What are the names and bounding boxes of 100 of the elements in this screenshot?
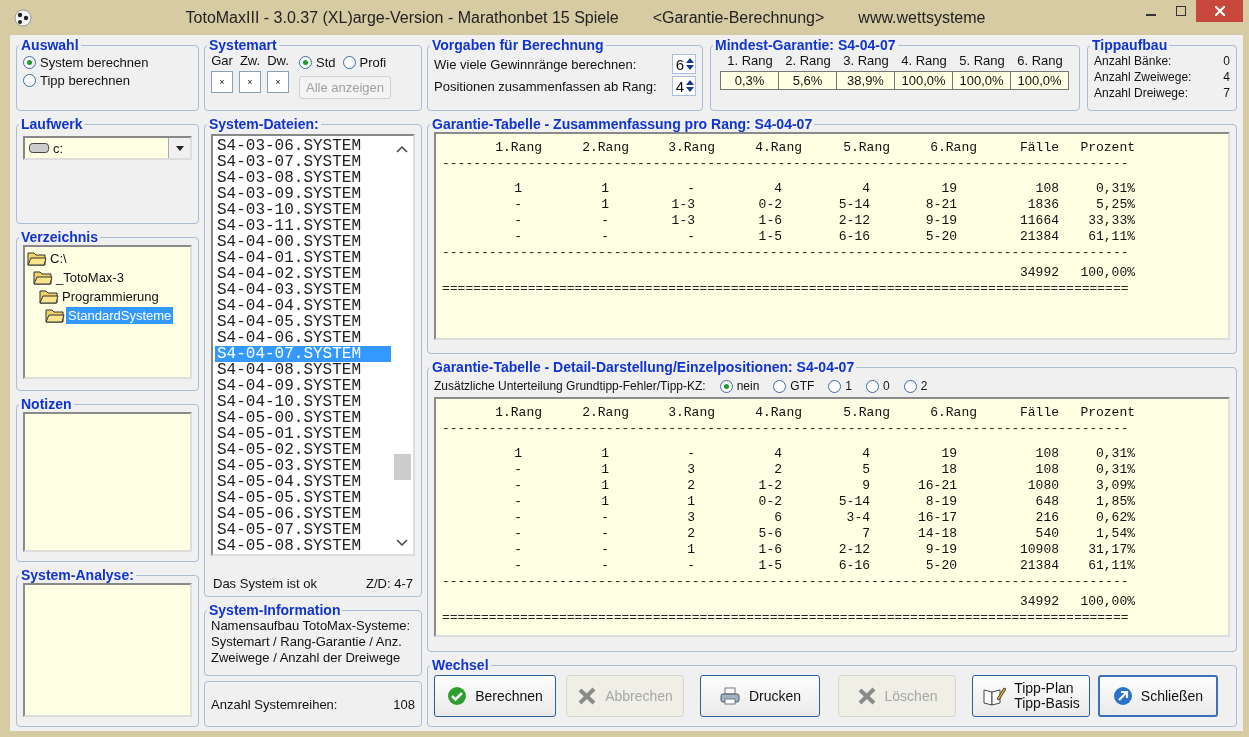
file-item[interactable]: S4-05-01.SYSTEM xyxy=(215,426,391,442)
file-item[interactable]: S4-03-06.SYSTEM xyxy=(215,138,391,154)
radio-button[interactable]: Std xyxy=(299,53,336,71)
table-cell-text: 21384 xyxy=(1019,558,1059,574)
file-item[interactable]: S4-04-00.SYSTEM xyxy=(215,234,391,250)
group-title: Tippaufbau xyxy=(1091,37,1169,53)
file-item[interactable]: S4-05-05.SYSTEM xyxy=(215,490,391,506)
table-cell-text: 4 xyxy=(773,446,783,462)
file-item[interactable]: S4-03-08.SYSTEM xyxy=(215,170,391,186)
filter-label: Zusätzliche Unterteilung Grundtipp-Fehler/Tipp-KZ: xyxy=(434,379,706,393)
radio-button[interactable]: System berechnen xyxy=(23,53,192,71)
number-spinner[interactable]: 4 xyxy=(671,76,696,96)
table-cell-text: - xyxy=(686,558,696,574)
total-cell-text: 100,00% xyxy=(1079,594,1135,610)
file-item[interactable]: S4-04-02.SYSTEM xyxy=(215,266,391,282)
table-cell-text: 14-18 xyxy=(917,526,958,542)
file-item[interactable]: S4-03-09.SYSTEM xyxy=(215,186,391,202)
file-item[interactable]: S4-04-08.SYSTEM xyxy=(215,362,391,378)
field-label: Gar xyxy=(211,53,233,68)
column-header: Prozent xyxy=(1079,140,1135,156)
group-title: Garantie-Tabelle - Detail-Darstellung/Einzelpositionen: S4-04-07 xyxy=(431,359,856,375)
column-header: 3.Rang xyxy=(667,405,715,421)
radio-button[interactable]: 1 xyxy=(828,377,853,395)
file-item[interactable]: S4-04-10.SYSTEM xyxy=(215,394,391,410)
table-cell-text: 1 xyxy=(600,446,610,462)
table-cell-text: 1 xyxy=(600,181,610,197)
table-cell-text: 61,11% xyxy=(1087,229,1135,245)
radio-button[interactable]: 2 xyxy=(903,377,928,395)
radio-button[interactable]: Profi xyxy=(342,53,387,71)
count-field[interactable]: × xyxy=(211,71,233,93)
table-cell-text: 19 xyxy=(940,446,958,462)
table-cell-text: 1 xyxy=(600,462,610,478)
table-cell-text: 1-3 xyxy=(670,213,696,229)
radio-button[interactable]: Tipp berechnen xyxy=(23,71,192,89)
count-value: 108 xyxy=(393,696,415,712)
table-cell-text: 2 xyxy=(773,462,783,478)
table-cell-text: 1,54% xyxy=(1095,526,1135,542)
file-item[interactable]: S4-04-04.SYSTEM xyxy=(215,298,391,314)
action-button[interactable]: Schließen xyxy=(1098,675,1218,717)
zd-text: Z/D: 4-7 xyxy=(366,576,413,591)
file-item[interactable]: S4-04-09.SYSTEM xyxy=(215,378,391,394)
table-cell-text: 7 xyxy=(861,526,871,542)
table-cell-text: 16-21 xyxy=(917,478,958,494)
table-cell-text: 1-3 xyxy=(670,197,696,213)
table-cell-text: - xyxy=(686,446,696,462)
table-cell-text: - xyxy=(600,229,610,245)
file-item[interactable]: S4-04-06.SYSTEM xyxy=(215,330,391,346)
file-item[interactable]: S4-03-11.SYSTEM xyxy=(215,218,391,234)
column-header: 5.Rang xyxy=(842,405,890,421)
table-cell-text: 31,17% xyxy=(1087,542,1135,558)
table-cell-text: 4 xyxy=(861,446,871,462)
action-button[interactable]: Tipp-Plan Tipp-Basis xyxy=(972,675,1090,717)
file-item[interactable]: S4-05-03.SYSTEM xyxy=(215,458,391,474)
rank-header: 6. Rang xyxy=(1016,53,1064,68)
file-item[interactable]: S4-04-05.SYSTEM xyxy=(215,314,391,330)
radio-button[interactable]: nein xyxy=(719,377,760,395)
file-item[interactable]: S4-04-03.SYSTEM xyxy=(215,282,391,298)
table-cell-text: 0-2 xyxy=(757,197,783,213)
total-cell-text: 100,00% xyxy=(1079,265,1135,281)
radio-button[interactable]: 0 xyxy=(866,377,890,395)
table-cell-text: 10908 xyxy=(1019,542,1059,558)
separator-line: ---------------------------------------------------------------------------------------- xyxy=(442,156,1130,173)
file-item[interactable]: S4-05-07.SYSTEM xyxy=(215,522,391,538)
tree-item[interactable]: C:\ xyxy=(48,250,69,267)
drive-dropdown[interactable]: c: xyxy=(23,136,192,160)
file-item[interactable]: S4-05-04.SYSTEM xyxy=(215,474,391,490)
count-label: Anzahl Systemreihen: xyxy=(211,696,338,712)
count-field[interactable]: × xyxy=(239,71,261,93)
group-title: System-Dateien: xyxy=(208,116,320,132)
group-title: Systemart xyxy=(208,37,278,53)
action-button[interactable]: Berechnen xyxy=(434,675,556,717)
column-header: 3.Rang xyxy=(667,140,715,156)
column-header: Fälle xyxy=(1019,140,1059,156)
column-header: 5.Rang xyxy=(842,140,890,156)
file-item[interactable]: S4-04-01.SYSTEM xyxy=(215,250,391,266)
table-cell-text: 3,09% xyxy=(1095,478,1135,494)
file-item[interactable]: S4-05-08.SYSTEM xyxy=(215,538,391,554)
file-item[interactable]: S4-05-02.SYSTEM xyxy=(215,442,391,458)
tree-item[interactable]: Programmierung xyxy=(60,288,161,305)
file-item[interactable]: S4-05-00.SYSTEM xyxy=(215,410,391,426)
file-item[interactable]: S4-03-07.SYSTEM xyxy=(215,154,391,170)
file-item[interactable]: S4-03-10.SYSTEM xyxy=(215,202,391,218)
table-cell-text: 1 xyxy=(513,181,523,197)
number-spinner[interactable]: 6 xyxy=(671,54,696,74)
table-cell-text: - xyxy=(686,181,696,197)
table-cell-text: 0,62% xyxy=(1095,510,1135,526)
table-cell-text: 2-12 xyxy=(837,542,871,558)
radio-button[interactable]: GTF xyxy=(773,377,815,395)
count-field[interactable]: × xyxy=(267,71,289,93)
action-button[interactable]: Drucken xyxy=(700,675,820,717)
group-title: System-Information xyxy=(208,602,342,618)
column-header: 6.Rang xyxy=(929,405,977,421)
table-cell-text: - xyxy=(686,229,696,245)
table-cell-text: 108 xyxy=(1034,446,1059,462)
column-header: Prozent xyxy=(1079,405,1135,421)
table-cell-text: 5-20 xyxy=(924,229,958,245)
tree-item[interactable]: _TotoMax-3 xyxy=(54,269,126,286)
group-title: Laufwerk xyxy=(20,116,84,132)
table-cell-text: - xyxy=(600,542,610,558)
file-item[interactable]: S4-05-06.SYSTEM xyxy=(215,506,391,522)
